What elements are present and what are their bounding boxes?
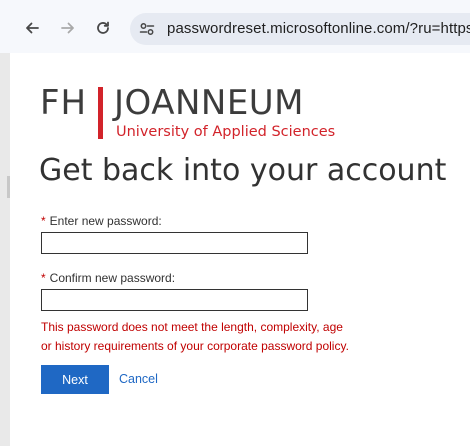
- confirm-password-label-text: Confirm new password:: [49, 271, 176, 285]
- page-content: FH JOANNEUM University of Applied Scienc…: [10, 53, 470, 446]
- required-asterisk: *: [41, 271, 46, 285]
- error-line-2: or history requirements of your corporat…: [41, 339, 349, 353]
- new-password-label-text: Enter new password:: [49, 214, 162, 228]
- forward-arrow-icon: [61, 22, 74, 34]
- confirm-password-label: * Confirm new password:: [41, 271, 175, 285]
- fh-joanneum-logo: FH JOANNEUM University of Applied Scienc…: [40, 83, 335, 145]
- error-line-1: This password does not meet the length, …: [41, 320, 343, 334]
- url-text[interactable]: passwordreset.microsoftonline.com/?ru=ht…: [167, 20, 470, 37]
- reload-button[interactable]: [92, 17, 114, 39]
- password-policy-error: This password does not meet the length, …: [41, 318, 381, 356]
- back-arrow-icon: [26, 22, 39, 34]
- new-password-input[interactable]: [41, 232, 308, 254]
- address-bar[interactable]: passwordreset.microsoftonline.com/?ru=ht…: [130, 13, 470, 45]
- site-settings-icon[interactable]: [139, 21, 155, 37]
- new-password-label: * Enter new password:: [41, 214, 162, 228]
- forward-button[interactable]: [57, 17, 79, 39]
- logo-red-bar: [98, 87, 103, 139]
- browser-toolbar: passwordreset.microsoftonline.com/?ru=ht…: [0, 0, 470, 53]
- logo-subtitle: University of Applied Sciences: [116, 124, 336, 140]
- logo-fh-text: FH: [40, 83, 88, 123]
- page-title: Get back into your account: [39, 153, 447, 188]
- back-button[interactable]: [21, 17, 43, 39]
- left-window-edge: [0, 53, 10, 446]
- required-asterisk: *: [41, 214, 46, 228]
- confirm-password-input[interactable]: [41, 289, 308, 311]
- logo-name-text: JOANNEUM: [114, 83, 305, 123]
- reload-icon: [97, 21, 109, 34]
- cancel-link[interactable]: Cancel: [119, 372, 158, 386]
- next-button[interactable]: Next: [41, 365, 109, 394]
